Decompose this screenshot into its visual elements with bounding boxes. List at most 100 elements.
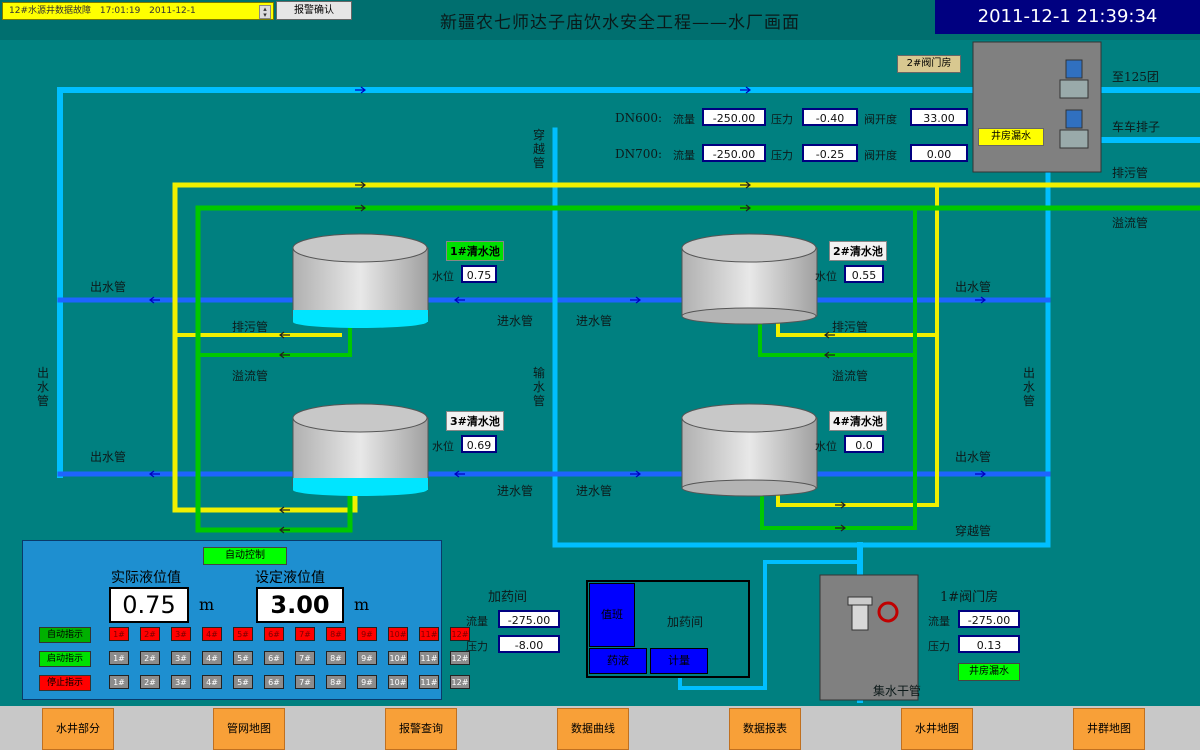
well-2-start-indicator[interactable]: 2# xyxy=(140,651,160,665)
set-level-unit: m xyxy=(354,595,370,614)
tank-1 xyxy=(292,233,429,328)
well-5-start-indicator[interactable]: 5# xyxy=(233,651,253,665)
nav-data-curve-button[interactable]: 数据曲线 xyxy=(557,708,629,750)
dn600-flow-value: -250.00 xyxy=(702,108,766,126)
overflow-pipe-label: 溢流管 xyxy=(232,369,269,383)
dosing-press-value: -8.00 xyxy=(498,635,560,653)
tank-4-title[interactable]: 4#清水池 xyxy=(829,411,887,431)
well-8-stop-indicator[interactable]: 8# xyxy=(326,675,346,689)
well-12-start-indicator[interactable]: 12# xyxy=(450,651,470,665)
well-5-stop-indicator[interactable]: 5# xyxy=(233,675,253,689)
dn700-valve-value: 0.00 xyxy=(910,144,968,162)
dn700-flow-value: -250.00 xyxy=(702,144,766,162)
dn600-valve-label: 阀开度 xyxy=(864,113,897,126)
well-4-start-indicator[interactable]: 4# xyxy=(202,651,222,665)
nav-network-map-button[interactable]: 管网地图 xyxy=(213,708,285,750)
well-12-auto-indicator[interactable]: 12# xyxy=(450,627,470,641)
well-5-auto-indicator[interactable]: 5# xyxy=(233,627,253,641)
nav-well-group-map-button[interactable]: 井群地图 xyxy=(1073,708,1145,750)
well-4-auto-indicator[interactable]: 4# xyxy=(202,627,222,641)
in-pipe-label: 进水管 xyxy=(497,484,534,498)
row-stop-indicator-label: 停止指示 xyxy=(39,675,91,691)
tank-2-level-value: 0.55 xyxy=(844,265,884,283)
transfer-pipe-label: 输水管 xyxy=(532,366,545,408)
well-8-start-indicator[interactable]: 8# xyxy=(326,651,346,665)
tank-4-level-value: 0.0 xyxy=(844,435,884,453)
dn700-valve-label: 阀开度 xyxy=(864,149,897,162)
dn700-press-value: -0.25 xyxy=(802,144,858,162)
row-start-indicator-label: 启动指示 xyxy=(39,651,91,667)
well-10-stop-indicator[interactable]: 10# xyxy=(388,675,408,689)
dn600-press-value: -0.40 xyxy=(802,108,858,126)
valve-room-1-title: 1#阀门房 xyxy=(940,590,999,605)
well-leak-button-2[interactable]: 井房漏水 xyxy=(978,128,1044,146)
in-pipe-label: 进水管 xyxy=(576,484,613,498)
well-3-auto-indicator[interactable]: 3# xyxy=(171,627,191,641)
well-11-stop-indicator[interactable]: 11# xyxy=(419,675,439,689)
out-pipe-left-label: 出水管 xyxy=(36,366,49,408)
well-12-stop-indicator[interactable]: 12# xyxy=(450,675,470,689)
nav-wells-button[interactable]: 水井部分 xyxy=(42,708,114,750)
nav-well-map-button[interactable]: 水井地图 xyxy=(901,708,973,750)
well-9-auto-indicator[interactable]: 9# xyxy=(357,627,377,641)
dn700-label: DN700: xyxy=(615,147,663,161)
well-6-start-indicator[interactable]: 6# xyxy=(264,651,284,665)
actual-level-unit: m xyxy=(199,595,215,614)
dosing-title: 加药间 xyxy=(488,590,528,605)
valve-room-2-title[interactable]: 2#阀门房 xyxy=(897,55,961,73)
nav-alarm-query-button[interactable]: 报警查询 xyxy=(385,708,457,750)
well-3-stop-indicator[interactable]: 3# xyxy=(171,675,191,689)
tank-1-title[interactable]: 1#清水池 xyxy=(446,241,504,261)
row-auto-indicator-label: 自动指示 xyxy=(39,627,91,643)
valve-room-1-flow-value: -275.00 xyxy=(958,610,1020,628)
overflow-pipe-label: 溢流管 xyxy=(832,369,869,383)
well-2-auto-indicator[interactable]: 2# xyxy=(140,627,160,641)
dosing-flow-value: -275.00 xyxy=(498,610,560,628)
to-drain-label: 车车排子 xyxy=(1112,120,1161,134)
well-6-auto-indicator[interactable]: 6# xyxy=(264,627,284,641)
actual-level-value: 0.75 xyxy=(109,587,189,623)
well-6-stop-indicator[interactable]: 6# xyxy=(264,675,284,689)
valve-room-1-press-value: 0.13 xyxy=(958,635,1020,653)
sewage-pipe-label: 排污管 xyxy=(832,320,869,334)
auto-control-button[interactable]: 自动控制 xyxy=(203,547,287,565)
well-1-stop-indicator[interactable]: 1# xyxy=(109,675,129,689)
tank-3-title[interactable]: 3#清水池 xyxy=(446,411,504,431)
tank-3 xyxy=(292,403,429,496)
out-pipe-label: 出水管 xyxy=(955,450,992,464)
tank-4-level-label: 水位 xyxy=(815,440,837,453)
well-8-auto-indicator[interactable]: 8# xyxy=(326,627,346,641)
well-1-auto-indicator[interactable]: 1# xyxy=(109,627,129,641)
duty-room-block: 值班 xyxy=(589,583,635,647)
well-7-stop-indicator[interactable]: 7# xyxy=(295,675,315,689)
well-11-auto-indicator[interactable]: 11# xyxy=(419,627,439,641)
to-125-label: 至125团 xyxy=(1112,70,1159,84)
well-3-start-indicator[interactable]: 3# xyxy=(171,651,191,665)
control-panel: 自动控制 实际液位值 设定液位值 0.75 m 3.00 m 自动指示 启动指示… xyxy=(22,540,470,700)
well-7-start-indicator[interactable]: 7# xyxy=(295,651,315,665)
well-9-start-indicator[interactable]: 9# xyxy=(357,651,377,665)
cross-pipe-label-2: 穿越管 xyxy=(955,524,992,538)
sewage-label-right: 排污管 xyxy=(1112,166,1149,180)
well-11-start-indicator[interactable]: 11# xyxy=(419,651,439,665)
set-level-value[interactable]: 3.00 xyxy=(256,587,344,623)
well-10-start-indicator[interactable]: 10# xyxy=(388,651,408,665)
liquid-block: 药液 xyxy=(589,648,647,674)
well-9-stop-indicator[interactable]: 9# xyxy=(357,675,377,689)
tank-3-level-value: 0.69 xyxy=(461,435,497,453)
well-leak-button-1[interactable]: 井房漏水 xyxy=(958,663,1020,681)
well-7-auto-indicator[interactable]: 7# xyxy=(295,627,315,641)
valve-room-1-flow-label: 流量 xyxy=(928,615,950,628)
out-pipe-right-label: 出水管 xyxy=(1022,366,1035,408)
tank-1-level-value: 0.75 xyxy=(461,265,497,283)
well-2-stop-indicator[interactable]: 2# xyxy=(140,675,160,689)
actual-level-label: 实际液位值 xyxy=(111,570,181,586)
well-10-auto-indicator[interactable]: 10# xyxy=(388,627,408,641)
tank-3-level-label: 水位 xyxy=(432,440,454,453)
in-pipe-label: 进水管 xyxy=(576,314,613,328)
well-4-stop-indicator[interactable]: 4# xyxy=(202,675,222,689)
tank-2-title[interactable]: 2#清水池 xyxy=(829,241,887,261)
nav-data-report-button[interactable]: 数据报表 xyxy=(729,708,801,750)
well-1-start-indicator[interactable]: 1# xyxy=(109,651,129,665)
dn600-valve-value: 33.00 xyxy=(910,108,968,126)
